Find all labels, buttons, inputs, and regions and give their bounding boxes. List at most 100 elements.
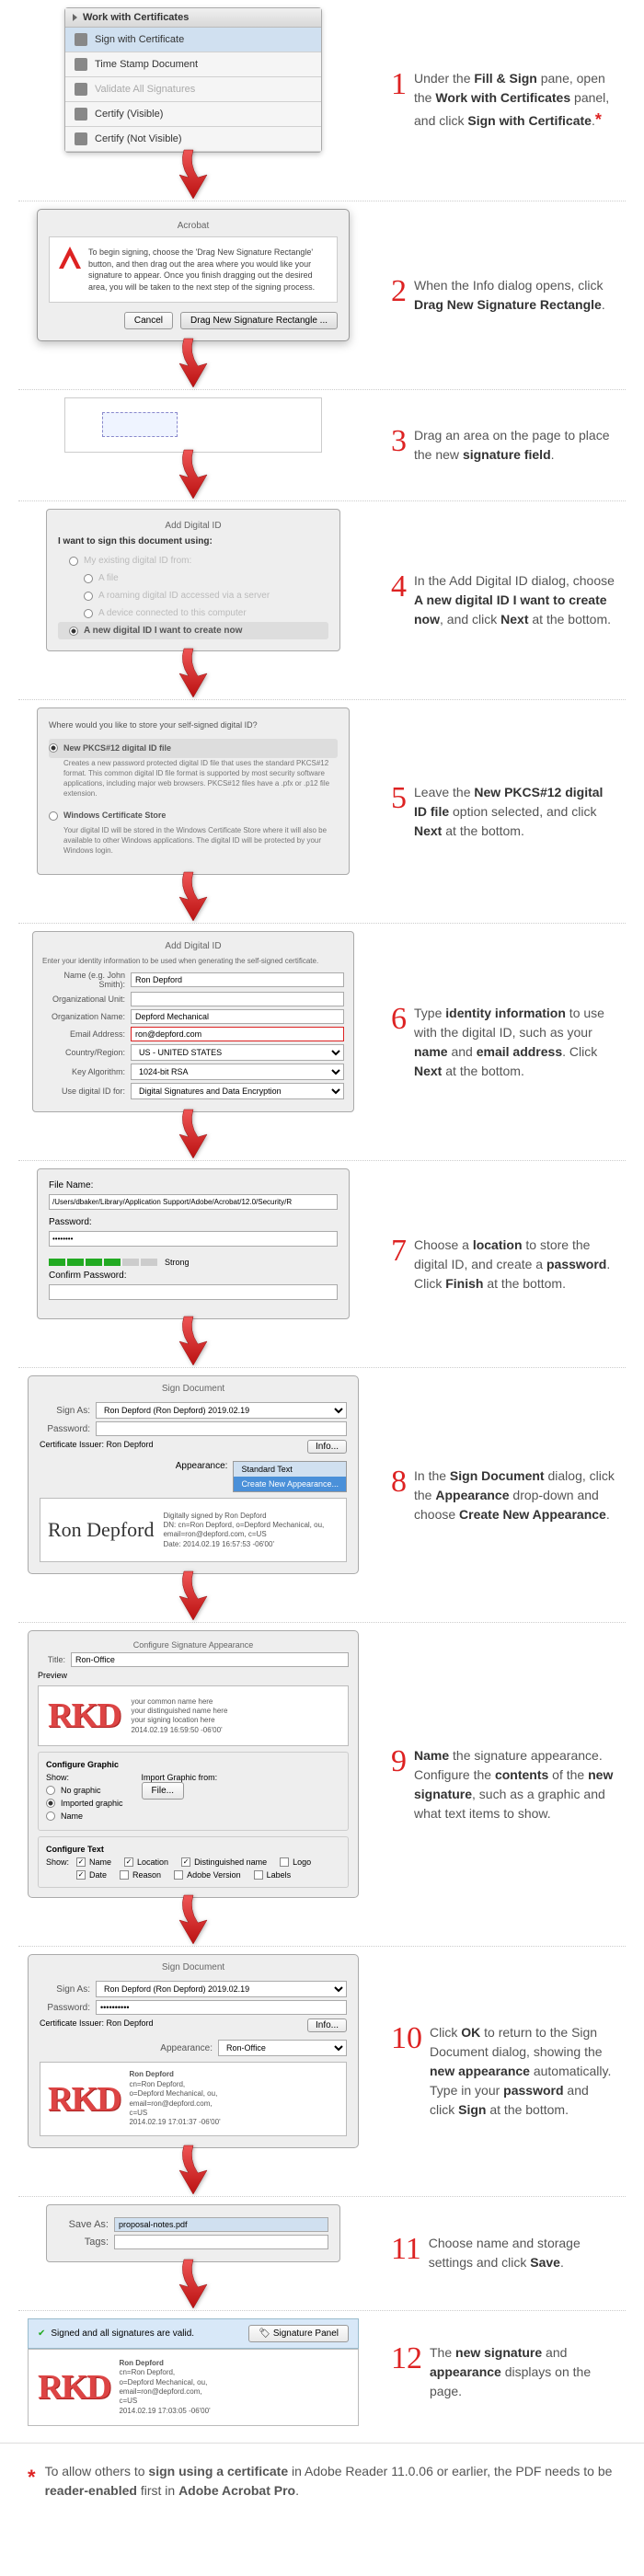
name-field[interactable] [131,972,344,987]
confirm-label: Confirm Password: [49,1271,338,1281]
step-number: 1 [391,69,407,100]
appearance-select[interactable]: Ron-Office [218,2040,347,2056]
step-text: Under the Fill & Sign pane, open the Wor… [414,69,616,132]
signature-details: Ron Depfordcn=Ron Depford, o=Depford Mec… [129,2070,220,2127]
version-checkbox[interactable]: Adobe Version [174,1870,241,1880]
check-icon [75,83,87,96]
title-field[interactable] [71,1652,349,1667]
work-with-certificates-panel: Work with Certificates Sign with Certifi… [64,7,322,153]
save-dialog: Save As: Tags: [46,2204,340,2262]
password-strength: Strong [49,1258,338,1267]
step-text: The new signature and appearance display… [430,2343,616,2401]
certify-visible-item[interactable]: Certify (Visible) [65,102,321,127]
step-number: 5 [391,783,407,814]
sign-as-select[interactable]: Ron Depford (Ron Depford) 2019.02.19 [96,1981,347,1997]
dialog-title: Sign Document [40,1384,347,1399]
step-number: 11 [391,2234,421,2265]
password-label: Password: [49,1217,338,1227]
tags-field[interactable] [114,2235,328,2249]
dn-checkbox[interactable]: ✓Distinguished name [181,1857,267,1867]
file-path-field[interactable] [49,1194,338,1210]
prompt-label: I want to sign this document using: [58,536,328,546]
password-field[interactable] [49,1231,338,1247]
signature-details: Ron Depfordcn=Ron Depford, o=Depford Mec… [119,2359,210,2416]
name-checkbox[interactable]: ✓Name [76,1857,111,1867]
password-field[interactable] [96,2000,347,2015]
dialog-title: Add Digital ID [58,521,328,536]
signature-preview: RKD Ron Depfordcn=Ron Depford, o=Depford… [40,2062,347,2135]
step-number: 3 [391,426,407,457]
configure-graphic-group: Configure Graphic Show: No graphic Impor… [38,1752,349,1831]
pkcs12-description: Creates a new password protected digital… [49,758,338,799]
windows-store-radio[interactable]: Windows Certificate Store [49,806,338,825]
step-number: 8 [391,1466,407,1498]
step-number: 4 [391,571,407,603]
clock-icon [75,58,87,71]
drag-rectangle-button[interactable]: Drag New Signature Rectangle ... [180,312,338,329]
arrow-icon [170,2141,216,2196]
date-checkbox[interactable]: ✓Date [76,1870,107,1880]
step-text: Choose name and storage settings and cli… [429,2234,616,2272]
device-radio: A device connected to this computer [58,604,328,622]
key-select[interactable]: 1024-bit RSA [131,1064,344,1080]
rkd-graphic: RKD [38,2367,109,2408]
step-text: In the Sign Document dialog, click the A… [414,1466,616,1524]
new-id-radio[interactable]: A new digital ID I want to create now [58,622,328,639]
configure-text-group: Configure Text Show: ✓Name ✓Location ✓Di… [38,1836,349,1888]
footnote: * To allow others to sign using a certif… [0,2443,644,2528]
logo-checkbox[interactable]: Logo [280,1857,311,1867]
arrow-icon [170,644,216,699]
step-text: Click OK to return to the Sign Document … [430,2023,616,2120]
panel-title: Work with Certificates [83,12,189,23]
labels-checkbox[interactable]: Labels [254,1870,292,1880]
location-checkbox[interactable]: ✓Location [124,1857,168,1867]
adobe-logo-icon [59,247,81,269]
arrow-icon [170,1312,216,1367]
arrow-icon [170,445,216,500]
step-text: Name the signature appearance. Configure… [414,1746,616,1823]
arrow-icon [170,1105,216,1160]
signature-name: Ron Depford [48,1520,154,1540]
reason-checkbox[interactable]: Reason [120,1870,161,1880]
timestamp-item[interactable]: Time Stamp Document [65,52,321,77]
file-button[interactable]: File... [142,1782,184,1800]
asterisk-icon: * [28,2462,36,2501]
signature-field-area[interactable] [64,397,322,453]
sign-document-dialog: Sign Document Sign As:Ron Depford (Ron D… [28,1954,359,2147]
info-button[interactable]: Info... [307,2018,347,2032]
imported-graphic-radio[interactable]: Imported graphic [46,1797,123,1810]
org-field[interactable] [131,1009,344,1024]
step-number: 10 [391,2023,422,2054]
no-graphic-radio[interactable]: No graphic [46,1784,123,1797]
pen-icon [75,33,87,46]
use-select[interactable]: Digital Signatures and Data Encryption [131,1083,344,1099]
sign-as-select[interactable]: Ron Depford (Ron Depford) 2019.02.19 [96,1402,347,1419]
dialog-title: Add Digital ID [42,941,344,957]
name-graphic-radio[interactable]: Name [46,1810,123,1823]
appearance-dropdown[interactable]: Standard Text Create New Appearance... [233,1461,347,1492]
step-text: Type identity information to use with th… [414,1004,616,1081]
existing-id-radio: My existing digital ID from: [58,552,328,569]
signed-document-view: ✔Signed and all signatures are valid. 🏷 … [28,2318,359,2426]
confirm-password-field[interactable] [49,1284,338,1300]
dialog-message: To begin signing, choose the 'Drag New S… [88,247,328,293]
windows-store-description: Your digital ID will be stored in the Wi… [49,825,338,857]
ribbon-icon [75,132,87,145]
info-button[interactable]: Info... [307,1440,347,1454]
rkd-graphic: RKD [48,2079,120,2120]
sign-with-certificate-item[interactable]: Sign with Certificate [65,28,321,52]
unit-field[interactable] [131,992,344,1006]
footnote-text: To allow others to sign using a certific… [45,2462,616,2501]
country-select[interactable]: US - UNITED STATES [131,1044,344,1061]
storage-dialog: Where would you like to store your self-… [37,707,350,875]
signature-details: Digitally signed by Ron Depford DN: cn=R… [163,1512,324,1550]
save-as-field[interactable] [114,2217,328,2232]
signature-panel-button[interactable]: 🏷 Signature Panel [248,2325,349,2342]
pkcs12-radio[interactable]: New PKCS#12 digital ID file [49,739,338,758]
cancel-button[interactable]: Cancel [124,312,173,329]
create-new-appearance-item[interactable]: Create New Appearance... [234,1477,346,1491]
arrow-icon [170,334,216,389]
password-field[interactable] [96,1421,347,1436]
email-field[interactable] [131,1027,344,1041]
validate-item: Validate All Signatures [65,77,321,102]
